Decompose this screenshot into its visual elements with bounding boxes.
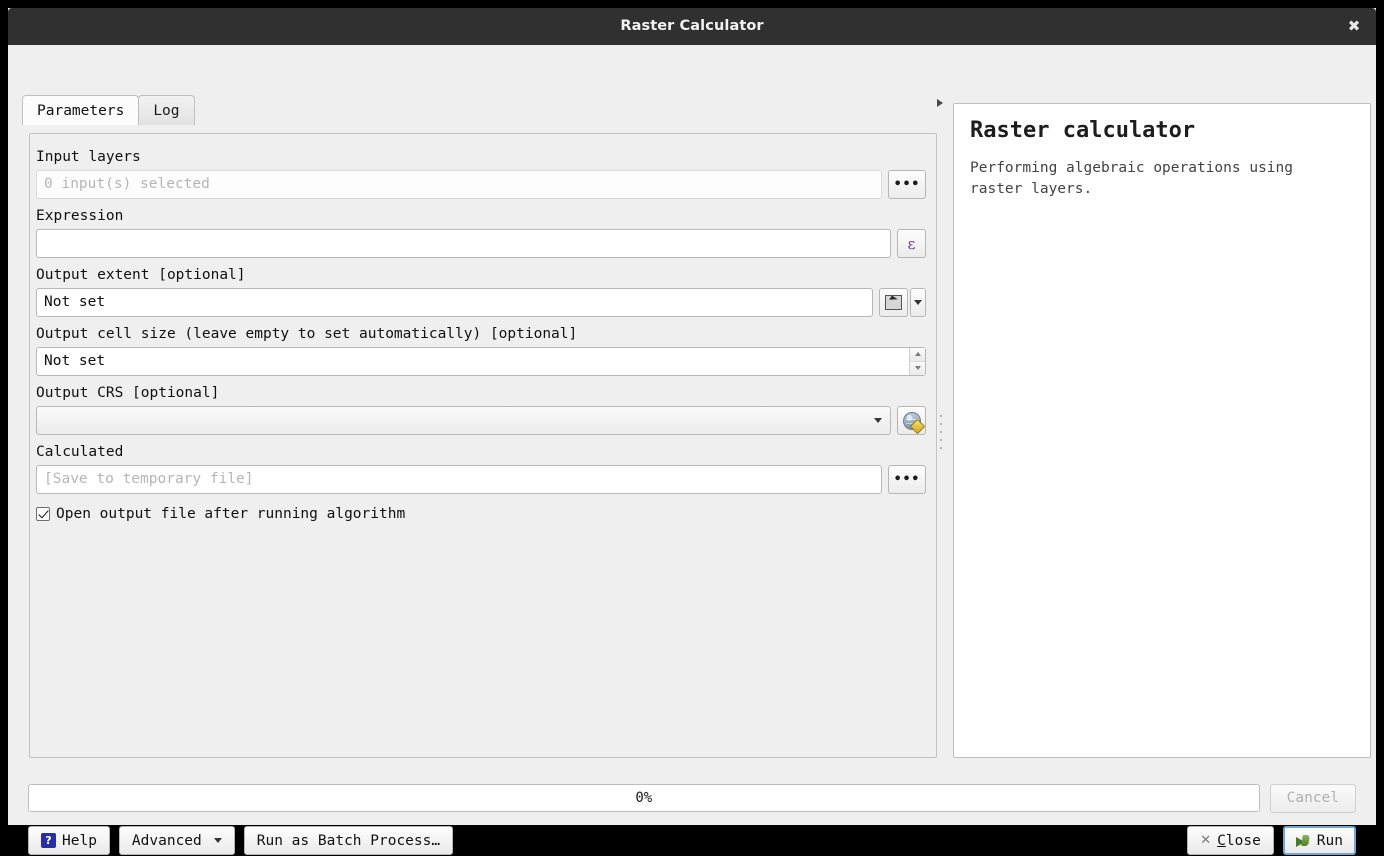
chevron-down-icon [914, 300, 922, 305]
extent-select-icon [885, 295, 902, 310]
epsilon-icon: ε [908, 235, 916, 253]
help-title: Raster calculator [970, 118, 1354, 144]
window-titlebar: Raster Calculator ✖ [8, 8, 1376, 45]
dialog-button-bar: ? Help Advanced Run as Batch Process… ✕ … [28, 825, 1356, 856]
input-layers-browse-button[interactable]: ••• [888, 170, 926, 199]
input-layers-label: Input layers [36, 148, 926, 166]
run-as-batch-label: Run as Batch Process… [257, 833, 440, 849]
output-crs-row [36, 406, 926, 435]
chevron-down-icon [874, 418, 882, 423]
expression-row: ε [36, 229, 926, 258]
caret-up-icon [915, 352, 921, 356]
parameters-panel: Input layers 0 input(s) selected ••• Exp… [29, 133, 937, 758]
progress-row: 0% Cancel [28, 783, 1356, 813]
help-button[interactable]: ? Help [28, 826, 110, 855]
output-crs-select-button[interactable] [897, 406, 926, 435]
dialog-body: Parameters Log Input layers 0 input(s) s… [8, 45, 1376, 825]
spinner-up-button[interactable] [909, 348, 925, 362]
progress-percent-label: 0% [635, 790, 652, 806]
calculated-browse-button[interactable]: ••• [888, 465, 926, 494]
help-description: Performing algebraic operations using ra… [970, 158, 1350, 200]
output-crs-combobox[interactable] [36, 406, 891, 435]
question-mark-icon: ? [41, 833, 56, 848]
spinner-buttons [909, 348, 925, 375]
output-cell-size-field[interactable]: Not set [36, 347, 926, 376]
input-layers-row: 0 input(s) selected ••• [36, 170, 926, 199]
expression-label: Expression [36, 207, 926, 225]
close-button-label: Close [1217, 833, 1261, 849]
open-output-label: Open output file after running algorithm [56, 506, 405, 522]
calculated-row: [Save to temporary file] ••• [36, 465, 926, 494]
open-output-row[interactable]: Open output file after running algorithm [36, 506, 926, 522]
close-button[interactable]: ✕ Close [1187, 826, 1274, 855]
help-panel: Raster calculator Performing algebraic o… [953, 103, 1371, 758]
output-extent-row: Not set [36, 288, 926, 317]
run-button-label: Run [1317, 833, 1343, 849]
progress-bar: 0% [28, 784, 1260, 812]
extent-dropdown-button[interactable] [910, 288, 926, 317]
open-output-checkbox[interactable] [36, 507, 50, 521]
output-extent-label: Output extent [optional] [36, 266, 926, 284]
ellipsis-icon: ••• [894, 180, 920, 190]
splitter-handle[interactable] [938, 415, 943, 449]
crs-globe-icon [903, 412, 921, 430]
raster-calculator-dialog: Raster Calculator ✖ Parameters Log Input… [8, 8, 1376, 825]
close-x-icon: ✕ [1200, 833, 1211, 848]
close-button-label-rest: lose [1226, 833, 1261, 849]
run-as-batch-button[interactable]: Run as Batch Process… [244, 826, 453, 855]
chevron-down-icon [214, 838, 222, 843]
output-cell-size-label: Output cell size (leave empty to set aut… [36, 325, 926, 343]
tab-log[interactable]: Log [138, 95, 194, 125]
advanced-button-label: Advanced [132, 833, 202, 849]
spinner-down-button[interactable] [909, 362, 925, 376]
ellipsis-icon: ••• [894, 475, 920, 485]
cancel-button[interactable]: Cancel [1270, 784, 1356, 813]
input-layers-field[interactable]: 0 input(s) selected [36, 170, 882, 199]
calculated-label: Calculated [36, 443, 926, 461]
run-arrow-icon [1296, 834, 1311, 848]
output-extent-field[interactable]: Not set [36, 288, 873, 317]
run-button[interactable]: Run [1283, 826, 1356, 855]
caret-down-icon [915, 366, 921, 370]
collapse-help-arrow-icon[interactable] [935, 97, 945, 109]
output-extent-controls [879, 288, 926, 317]
advanced-button[interactable]: Advanced [119, 826, 235, 855]
close-icon[interactable]: ✖ [1340, 13, 1368, 39]
output-cell-size-spinbox[interactable]: Not set [36, 347, 926, 376]
window-title: Raster Calculator [8, 8, 1376, 45]
output-cell-size-row: Not set [36, 347, 926, 376]
help-button-label: Help [62, 833, 97, 849]
output-crs-label: Output CRS [optional] [36, 384, 926, 402]
tab-parameters[interactable]: Parameters [22, 95, 139, 125]
tabbar: Parameters Log [22, 95, 194, 125]
expression-input[interactable] [36, 229, 891, 258]
extent-select-button[interactable] [879, 288, 908, 317]
calculated-output-field[interactable]: [Save to temporary file] [36, 465, 882, 494]
expression-builder-button[interactable]: ε [897, 229, 926, 258]
